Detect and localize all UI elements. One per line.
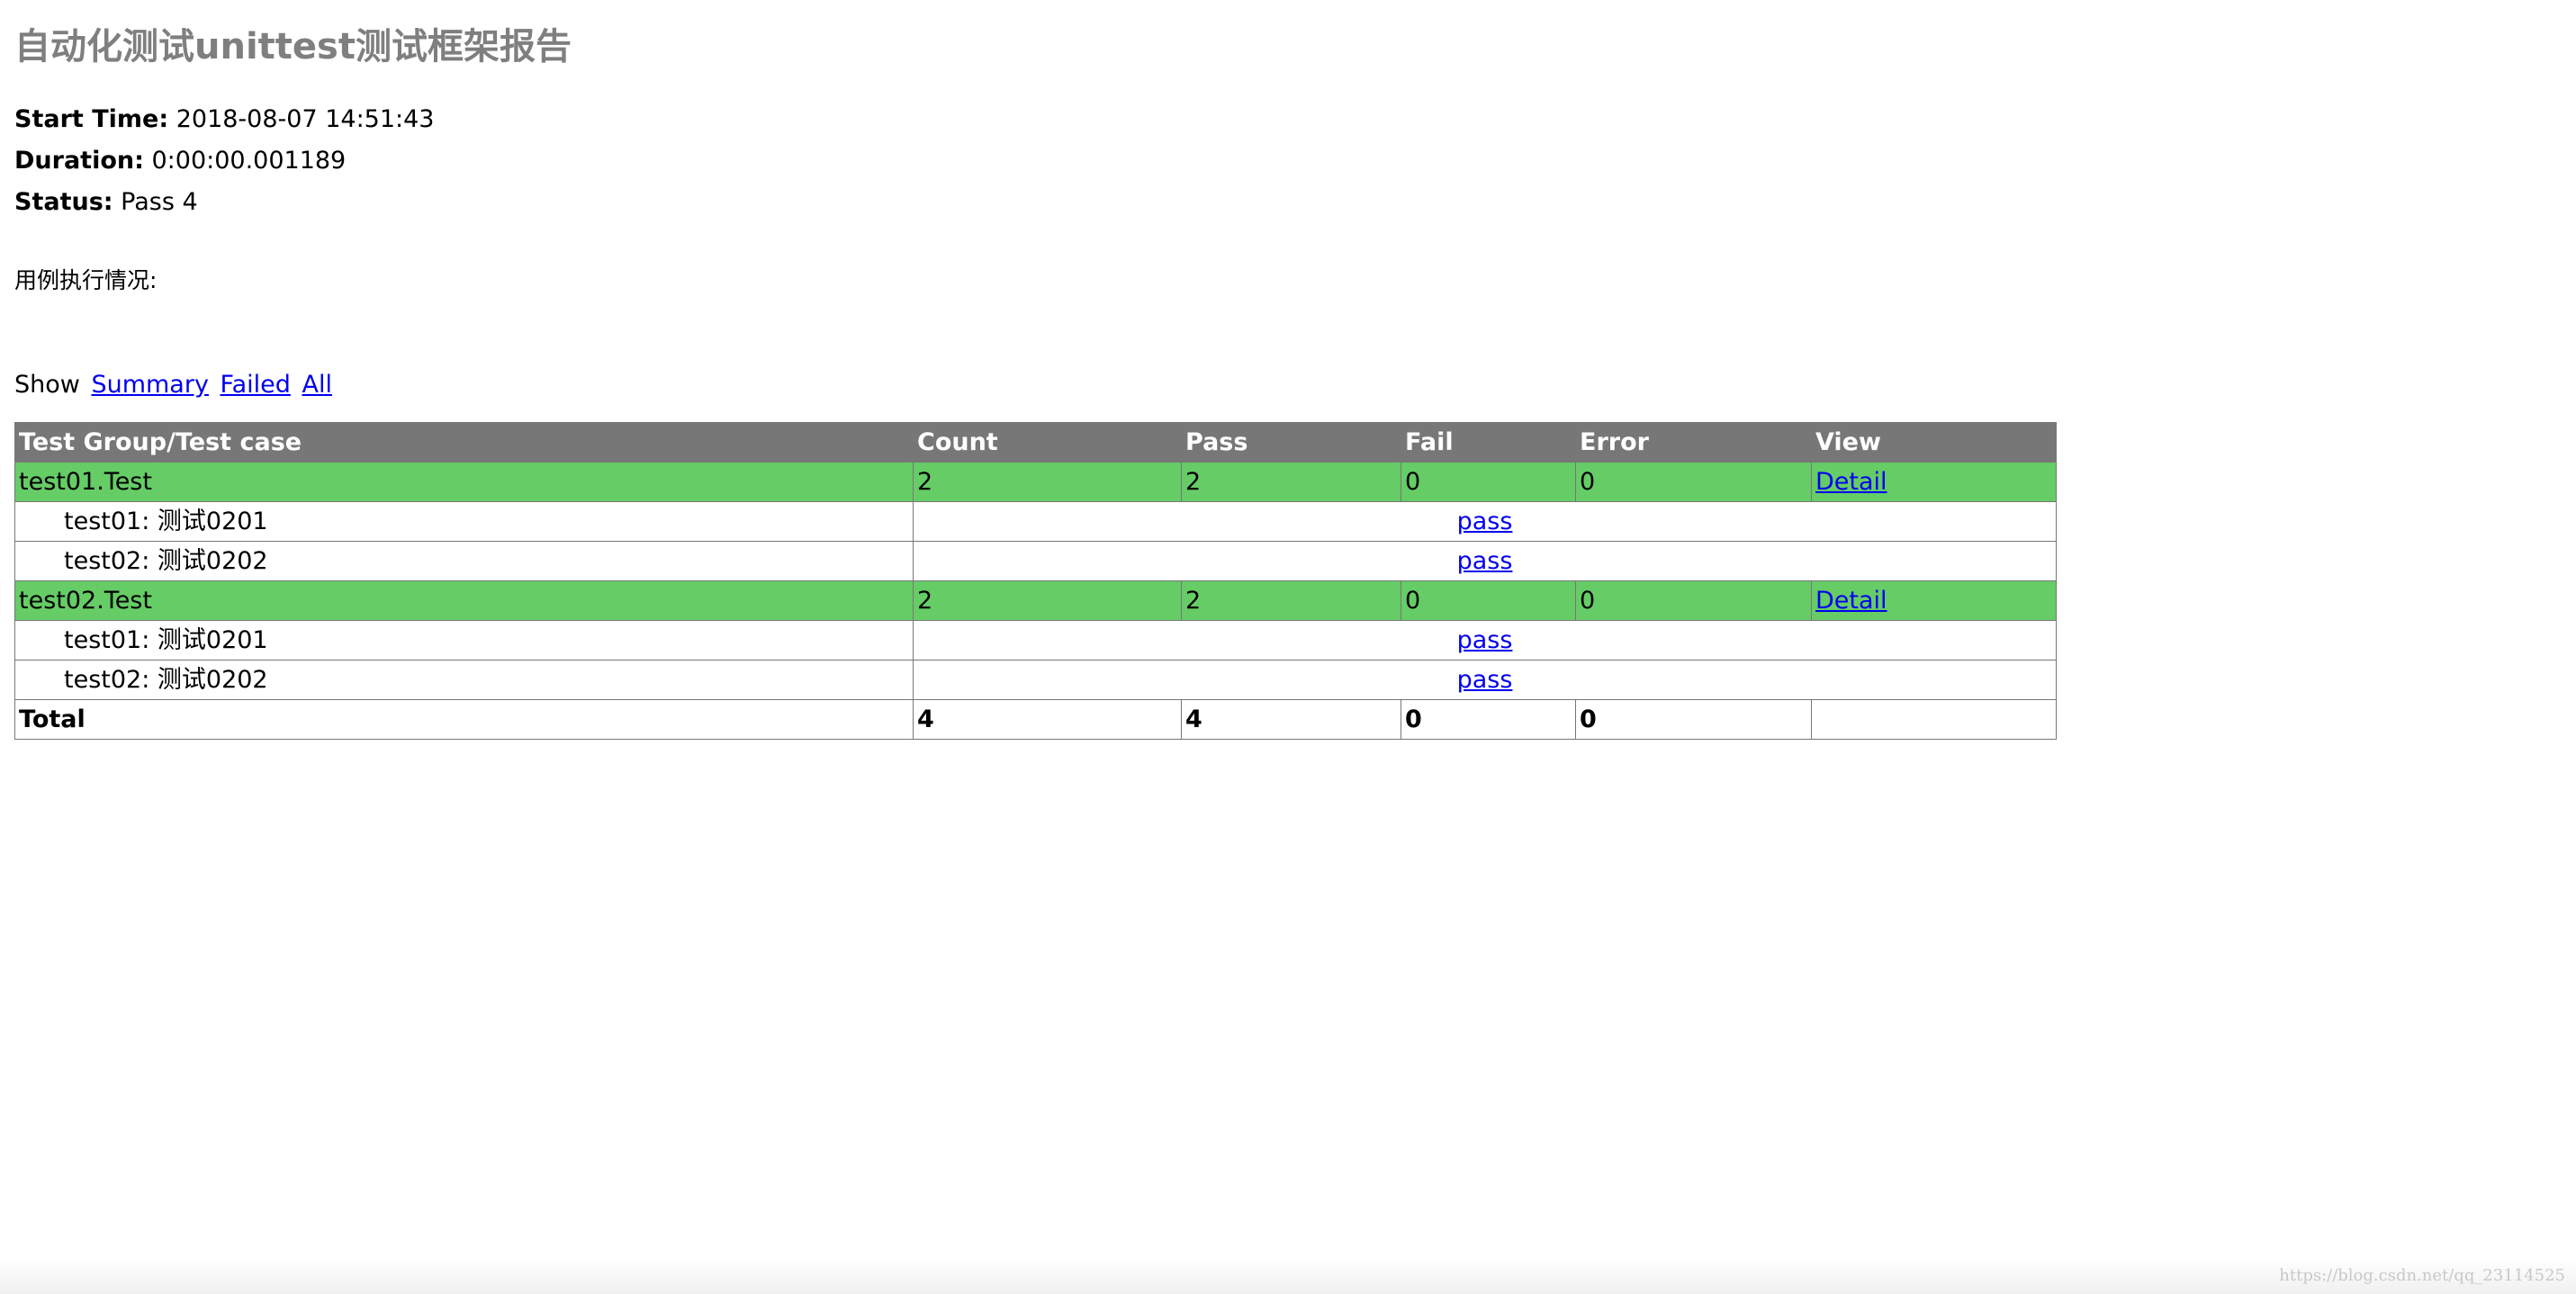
show-label: Show	[14, 371, 80, 399]
report-title: 自动化测试unittest测试框架报告	[14, 26, 572, 67]
group-name: test01.Test	[14, 462, 914, 502]
case-status-link[interactable]: pass	[1457, 626, 1513, 654]
show-all-link[interactable]: All	[302, 371, 331, 399]
start-time-label: Start Time:	[14, 105, 169, 133]
status-label: Status:	[14, 188, 113, 216]
case-status-cell: pass	[913, 660, 2057, 700]
header-count: Count	[913, 422, 1182, 463]
duration-value: 0:00:00.001189	[151, 147, 347, 175]
status-attribute: Status: Pass 4	[14, 182, 2517, 223]
status-value: Pass 4	[121, 188, 198, 216]
case-name: test01: 测试0201	[14, 501, 914, 542]
group-fail: 0	[1401, 580, 1576, 621]
case-status-cell: pass	[913, 501, 2057, 542]
group-fail: 0	[1401, 462, 1576, 502]
group-count: 2	[913, 462, 1182, 502]
group-view-cell: Detail	[1811, 580, 2057, 621]
test-group-row: test02.Test 2 2 0 0 Detail	[14, 580, 2057, 621]
group-detail-link[interactable]: Detail	[1815, 587, 1887, 615]
test-case-row: test02: 测试0202 pass	[14, 660, 2057, 700]
show-filter-bar: Show Summary Failed All	[14, 367, 2517, 403]
total-count: 4	[913, 699, 1182, 740]
test-case-row: test01: 测试0201 pass	[14, 501, 2057, 542]
table-header-row: Test Group/Test case Count Pass Fail Err…	[14, 422, 2057, 463]
duration-attribute: Duration: 0:00:00.001189	[14, 140, 2517, 182]
test-group-row: test01.Test 2 2 0 0 Detail	[14, 462, 2057, 502]
total-pass: 4	[1181, 699, 1401, 740]
watermark: https://blog.csdn.net/qq_23114525	[2279, 1266, 2565, 1285]
start-time-value: 2018-08-07 14:51:43	[176, 105, 435, 133]
group-name: test02.Test	[14, 580, 914, 621]
total-row: Total 4 4 0 0	[14, 699, 2057, 740]
total-fail: 0	[1401, 699, 1576, 740]
group-detail-link[interactable]: Detail	[1815, 468, 1887, 496]
result-table: Test Group/Test case Count Pass Fail Err…	[14, 422, 2057, 740]
case-status-cell: pass	[913, 620, 2057, 660]
case-name: test02: 测试0202	[14, 541, 914, 581]
report-description: 用例执行情况:	[14, 267, 158, 293]
group-error: 0	[1575, 580, 1812, 621]
test-case-row: test01: 测试0201 pass	[14, 620, 2057, 660]
total-label: Total	[14, 699, 914, 740]
header-error: Error	[1575, 422, 1812, 463]
group-pass: 2	[1181, 580, 1401, 621]
total-error: 0	[1575, 699, 1812, 740]
case-status-cell: pass	[913, 541, 2057, 581]
header-fail: Fail	[1401, 422, 1576, 463]
case-status-link[interactable]: pass	[1457, 547, 1513, 575]
show-failed-link[interactable]: Failed	[221, 371, 291, 399]
group-error: 0	[1575, 462, 1812, 502]
show-summary-link[interactable]: Summary	[91, 371, 208, 399]
start-time-attribute: Start Time: 2018-08-07 14:51:43	[14, 99, 2517, 140]
header-test-group: Test Group/Test case	[14, 422, 914, 463]
header-view: View	[1811, 422, 2057, 463]
report-page: 自动化测试unittest测试框架报告 Start Time: 2018-08-…	[14, 22, 2517, 740]
report-attributes: Start Time: 2018-08-07 14:51:43 Duration…	[14, 99, 2517, 223]
case-status-link[interactable]: pass	[1457, 666, 1513, 694]
case-name: test01: 测试0201	[14, 620, 914, 660]
group-count: 2	[913, 580, 1182, 621]
duration-label: Duration:	[14, 147, 144, 175]
total-view	[1811, 699, 2057, 740]
case-status-link[interactable]: pass	[1457, 508, 1513, 535]
bottom-shadow	[0, 1258, 2576, 1294]
group-view-cell: Detail	[1811, 462, 2057, 502]
header-pass: Pass	[1181, 422, 1401, 463]
test-case-row: test02: 测试0202 pass	[14, 541, 2057, 581]
group-pass: 2	[1181, 462, 1401, 502]
case-name: test02: 测试0202	[14, 660, 914, 700]
